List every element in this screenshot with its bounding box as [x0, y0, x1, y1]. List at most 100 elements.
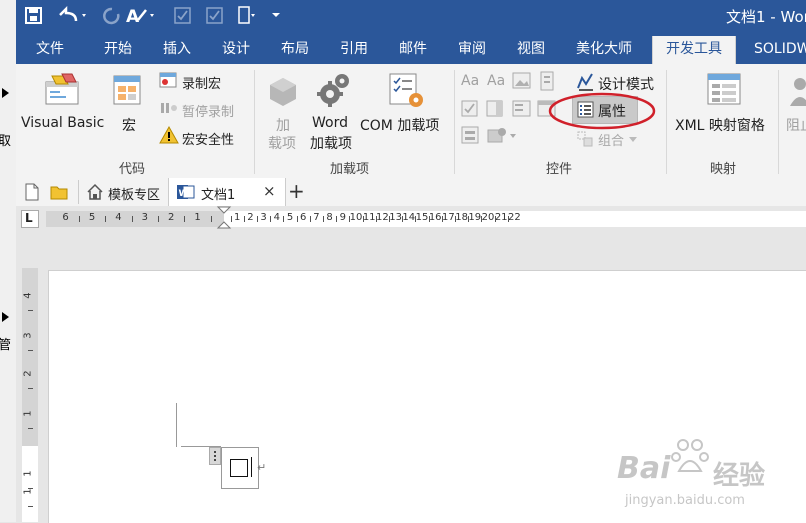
- close-tab-icon[interactable]: ×: [263, 182, 276, 200]
- ruler-tick: [283, 216, 285, 222]
- margin-crop-mark: [176, 403, 177, 447]
- content-control-handle[interactable]: [209, 447, 221, 465]
- background-window-edge: 取 管: [0, 0, 17, 522]
- word-addins-button[interactable]: Word: [312, 115, 348, 131]
- plain-text-control-icon[interactable]: Aa: [487, 73, 505, 89]
- ruler-number: 4: [115, 212, 122, 223]
- addins-button[interactable]: 加: [276, 115, 290, 135]
- checkbox-content-control[interactable]: [221, 447, 259, 489]
- tab-review[interactable]: 审阅: [458, 36, 486, 64]
- combo-box-control-icon[interactable]: [486, 100, 504, 118]
- checkbox-icon[interactable]: [174, 7, 192, 25]
- tab-document-label: 文档1: [201, 188, 236, 203]
- background-window-text: 管: [0, 338, 12, 353]
- checkbox-control-icon[interactable]: [461, 100, 479, 118]
- paragraph-mark-icon: ↵: [257, 461, 267, 474]
- ruler-tick: [507, 216, 509, 222]
- visual-basic-icon: [45, 73, 79, 105]
- group-label-mapping: 映射: [710, 162, 737, 177]
- ruler-number: 21: [494, 212, 508, 223]
- ribbon-tabs: 文件 开始 插入 设计 布局 引用 邮件 审阅 视图 美化大师 开发工具 SOL…: [16, 36, 806, 64]
- checkbox-icon[interactable]: [206, 7, 224, 25]
- ruler-number: 4: [273, 212, 280, 223]
- new-document-icon[interactable]: [24, 183, 40, 201]
- tab-view[interactable]: 视图: [517, 36, 545, 64]
- ruler-number: 3: [141, 212, 148, 223]
- open-folder-icon[interactable]: [50, 184, 68, 200]
- tab-references[interactable]: 引用: [340, 36, 368, 64]
- legacy-tools-icon[interactable]: [486, 126, 520, 146]
- ruler-tick: [158, 216, 159, 222]
- gear-icon: [317, 74, 349, 107]
- tab-templates[interactable]: 模板专区: [108, 184, 160, 203]
- ruler-tick: [455, 216, 456, 222]
- macros-button[interactable]: 宏: [122, 115, 136, 135]
- ruler-number: 5: [88, 212, 96, 223]
- picture-control-icon[interactable]: [512, 72, 532, 90]
- ruler-tick: [415, 216, 417, 222]
- tab-developer[interactable]: 开发工具: [652, 36, 736, 64]
- record-macro-button[interactable]: 录制宏: [182, 73, 221, 92]
- touch-mode-icon[interactable]: [236, 4, 262, 28]
- tab-solidworks[interactable]: SOLIDW: [754, 36, 806, 64]
- macro-icon: [113, 75, 141, 105]
- building-block-icon[interactable]: [538, 70, 556, 92]
- tab-insert[interactable]: 插入: [163, 36, 191, 64]
- format-painter-icon[interactable]: A: [124, 4, 158, 28]
- indent-marker-icon[interactable]: [216, 206, 232, 230]
- save-icon[interactable]: [24, 6, 44, 26]
- xml-mapping-pane-button[interactable]: XML 映射窗格: [675, 115, 765, 135]
- ruler-tick: [131, 216, 133, 222]
- tab-beautify[interactable]: 美化大师: [576, 36, 632, 64]
- ruler-tick: [184, 216, 186, 222]
- ruler-number: 1: [22, 488, 34, 495]
- tab-mailings[interactable]: 邮件: [399, 36, 427, 64]
- warning-icon: [159, 126, 179, 144]
- tab-file[interactable]: 文件: [36, 36, 64, 64]
- visual-basic-button[interactable]: Visual Basic: [21, 115, 104, 131]
- ruler-number: 3: [22, 332, 34, 339]
- tab-home[interactable]: 开始: [104, 36, 132, 64]
- ruler-tick: [375, 216, 377, 222]
- ruler-number: 10: [349, 212, 363, 223]
- word-addins-button-line2: 加载项: [310, 136, 352, 152]
- word-doc-icon: W: [177, 185, 195, 199]
- ruler-number: 13: [389, 212, 402, 223]
- watermark-brand: Bai: [617, 451, 671, 486]
- block-authors-button[interactable]: 阻止: [786, 115, 806, 135]
- vertical-ruler: 4 3 2 1 1 1: [16, 230, 46, 522]
- com-addins-icon: [389, 73, 423, 107]
- group-button[interactable]: 组合: [598, 130, 624, 149]
- ruler-tick: [389, 216, 390, 222]
- home-icon: [87, 183, 103, 200]
- ruler-tick: [336, 216, 338, 222]
- ruler-tick: [481, 216, 483, 222]
- add-tab-icon[interactable]: +: [288, 179, 305, 203]
- macro-security-button[interactable]: 宏安全性: [182, 129, 234, 148]
- pause-recording-button[interactable]: 暂停录制: [182, 101, 234, 120]
- redo-icon[interactable]: [102, 6, 122, 26]
- tab-layout[interactable]: 布局: [281, 36, 309, 64]
- repeating-section-icon[interactable]: [461, 126, 481, 146]
- paw-icon: [671, 439, 709, 472]
- customize-toolbar-icon[interactable]: [270, 8, 282, 20]
- tab-document1[interactable]: W 文档1 ×: [168, 178, 286, 206]
- ruler-number: 16: [428, 212, 442, 223]
- dropdown-control-icon[interactable]: [512, 100, 532, 118]
- tab-divider: [78, 180, 79, 204]
- document-page[interactable]: ↵ Bai 经验 jingyan.baidu.com: [48, 270, 806, 523]
- undo-icon[interactable]: [56, 6, 90, 26]
- tab-design[interactable]: 设计: [222, 36, 250, 64]
- ruler-number: 22: [508, 212, 521, 223]
- horizontal-ruler: L 6 5 4 3 2 1 1 2 3 4 5 6 7 8 9 10 11 12 13 14 15 16 17 18 19 20 2…: [16, 206, 806, 230]
- ruler-number: 2: [168, 212, 175, 223]
- background-window-text: 取: [0, 134, 12, 149]
- ruler-tick: [309, 216, 311, 222]
- addins-icon: [270, 78, 296, 106]
- ruler-tick: [349, 216, 351, 222]
- rich-text-control-icon[interactable]: Aa: [461, 73, 479, 89]
- group-icon: [577, 131, 593, 147]
- com-addins-button[interactable]: COM 加载项: [360, 115, 439, 135]
- pause-icon: [161, 103, 177, 113]
- ruler-tick: [78, 216, 80, 222]
